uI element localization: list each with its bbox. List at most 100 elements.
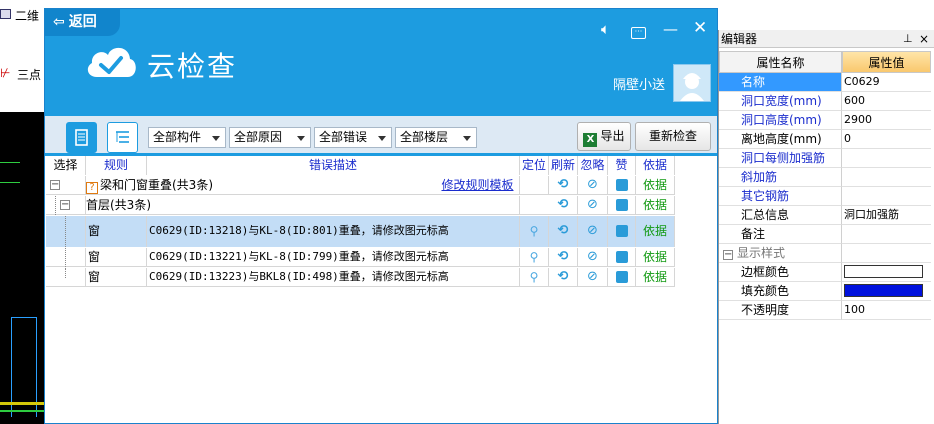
property-value[interactable] [842, 168, 931, 187]
like-cell[interactable] [608, 248, 636, 267]
property-row-side-rebar[interactable]: 洞口每侧加强筋 [719, 149, 931, 168]
ignore-icon[interactable]: ⊘ [578, 248, 608, 267]
refresh-icon[interactable]: ⟲ [549, 196, 578, 215]
thumbs-up-icon[interactable] [615, 251, 628, 263]
table-row-floor[interactable]: − 首层(共3条) ⟲ ⊘ 依据 [46, 196, 675, 215]
error-filter-dropdown[interactable]: 全部错误 [314, 127, 392, 148]
border-color-swatch[interactable] [844, 265, 923, 278]
property-row-fill-color[interactable]: 填充颜色 [719, 282, 931, 301]
thumbs-up-icon[interactable] [615, 271, 628, 283]
property-row-opacity[interactable]: 不透明度 100 [719, 301, 931, 320]
recheck-button[interactable]: 重新检查 [635, 122, 711, 151]
table-row[interactable]: 窗 C0629(ID:13221)与KL-8(ID:799)重叠，请修改图元标高… [46, 248, 675, 267]
property-value[interactable] [842, 263, 931, 282]
property-row-width[interactable]: 洞口宽度(mm) 600 [719, 92, 931, 111]
tab-list-view[interactable] [66, 122, 97, 153]
three-point-icon: ⊬ [0, 66, 11, 80]
select-cell[interactable] [46, 216, 86, 247]
select-cell[interactable]: − [46, 196, 86, 215]
sound-icon[interactable]: 🔈︎ [601, 20, 610, 38]
three-point-label[interactable]: 三点 [17, 66, 41, 83]
floor-label: 首层(共3条) [86, 198, 151, 212]
property-value[interactable] [842, 187, 931, 206]
component-filter-dropdown[interactable]: 全部构件 [148, 127, 226, 148]
excel-icon: X [583, 133, 598, 147]
property-row-elevation[interactable]: 离地高度(mm) 0 [719, 130, 931, 149]
locate-cell[interactable]: ⚲ [520, 216, 549, 247]
property-row-height[interactable]: 洞口高度(mm) 2900 [719, 111, 931, 130]
ignore-icon[interactable]: ⊘ [578, 268, 608, 287]
ignore-icon[interactable]: ⊘ [578, 216, 608, 247]
property-value[interactable]: 100 [842, 301, 931, 320]
user-name[interactable]: 隔壁小送 [613, 74, 665, 93]
pin-icon[interactable]: ⊥ [903, 30, 913, 48]
chevron-down-icon [212, 136, 220, 141]
back-button[interactable]: ⇦ 返回 [45, 9, 120, 36]
close-property-editor-button[interactable]: × [919, 30, 929, 48]
basis-link[interactable]: 依据 [636, 248, 675, 267]
like-cell[interactable] [608, 196, 636, 215]
fill-color-swatch[interactable] [844, 284, 923, 297]
collapse-icon[interactable]: − [60, 200, 70, 210]
property-row-diagonal-rebar[interactable]: 斜加筋 [719, 168, 931, 187]
minimize-icon[interactable]: — [663, 20, 678, 38]
ignore-icon[interactable]: ⊘ [578, 196, 608, 215]
property-value[interactable] [842, 282, 931, 301]
collapse-icon[interactable]: − [723, 250, 733, 260]
property-row-border-color[interactable]: 边框颜色 [719, 263, 931, 282]
basis-link[interactable]: 依据 [636, 268, 675, 287]
location-pin-icon[interactable]: ⚲ [530, 224, 539, 238]
refresh-icon[interactable]: ⟲ [549, 248, 578, 267]
property-value[interactable] [842, 149, 931, 168]
refresh-icon[interactable]: ⟲ [549, 176, 578, 195]
select-cell[interactable] [46, 268, 86, 287]
table-row[interactable]: 窗 C0629(ID:13218)与KL-8(ID:801)重叠，请修改图元标高… [46, 216, 675, 247]
property-editor: 编辑器 ⊥ × 属性名称 属性值 名称 C0629 洞口宽度(mm) 600 洞口高… [718, 30, 934, 424]
message-icon[interactable]: ··· [631, 20, 646, 39]
close-icon[interactable]: ✕ [693, 18, 707, 38]
property-row-remark[interactable]: 备注 [719, 225, 931, 244]
property-value[interactable]: 洞口加强筋 [842, 206, 931, 225]
thumbs-up-icon[interactable] [615, 225, 628, 237]
group-label: 梁和门窗重叠(共3条) [100, 178, 213, 192]
property-rows: 名称 C0629 洞口宽度(mm) 600 洞口高度(mm) 2900 离地高度(mm… [719, 73, 931, 320]
thumbs-up-icon[interactable] [615, 199, 628, 211]
location-pin-icon[interactable]: ⚲ [530, 270, 539, 284]
avatar[interactable] [673, 64, 711, 102]
property-value[interactable]: 0 [842, 130, 931, 149]
tab-tree-view[interactable] [107, 122, 138, 153]
basis-link[interactable]: 依据 [636, 216, 675, 247]
locate-cell[interactable]: ⚲ [520, 248, 549, 267]
ignore-icon[interactable]: ⊘ [578, 176, 608, 195]
list-view-icon [75, 129, 88, 146]
collapse-icon[interactable]: − [50, 180, 60, 190]
select-cell[interactable] [46, 248, 86, 267]
refresh-icon[interactable]: ⟲ [549, 216, 578, 247]
property-value[interactable]: 600 [842, 92, 931, 111]
property-row-summary[interactable]: 汇总信息 洞口加强筋 [719, 206, 931, 225]
property-value[interactable] [842, 225, 931, 244]
location-pin-icon[interactable]: ⚲ [530, 250, 539, 264]
select-cell[interactable]: − [46, 176, 86, 195]
property-value[interactable]: C0629 [842, 73, 931, 92]
basis-link[interactable]: 依据 [636, 176, 675, 195]
like-cell[interactable] [608, 176, 636, 195]
floor-filter-dropdown[interactable]: 全部楼层 [395, 127, 477, 148]
table-row-group[interactable]: − ? 梁和门窗重叠(共3条) 修改规则模板 ⟲ ⊘ 依据 [46, 176, 675, 195]
like-cell[interactable] [608, 216, 636, 247]
table-row[interactable]: 窗 C0629(ID:13223)与BKL8(ID:498)重叠，请修改图元标高… [46, 268, 675, 287]
property-row-other-rebar[interactable]: 其它钢筋 [719, 187, 931, 206]
property-value[interactable]: 2900 [842, 111, 931, 130]
export-button[interactable]: X 导出 [577, 122, 631, 151]
view-2d-label[interactable]: 二维 [15, 7, 39, 24]
locate-cell[interactable]: ⚲ [520, 268, 549, 287]
like-cell[interactable] [608, 268, 636, 287]
reason-filter-dropdown[interactable]: 全部原因 [229, 127, 311, 148]
property-group-display-style[interactable]: − 显示样式 [719, 244, 931, 263]
refresh-icon[interactable]: ⟲ [549, 268, 578, 287]
basis-link[interactable]: 依据 [636, 196, 675, 215]
property-row-name[interactable]: 名称 C0629 [719, 73, 931, 92]
cad-canvas[interactable] [0, 112, 45, 424]
modify-rule-template-link[interactable]: 修改规则模板 [441, 178, 513, 192]
thumbs-up-icon[interactable] [615, 179, 628, 191]
